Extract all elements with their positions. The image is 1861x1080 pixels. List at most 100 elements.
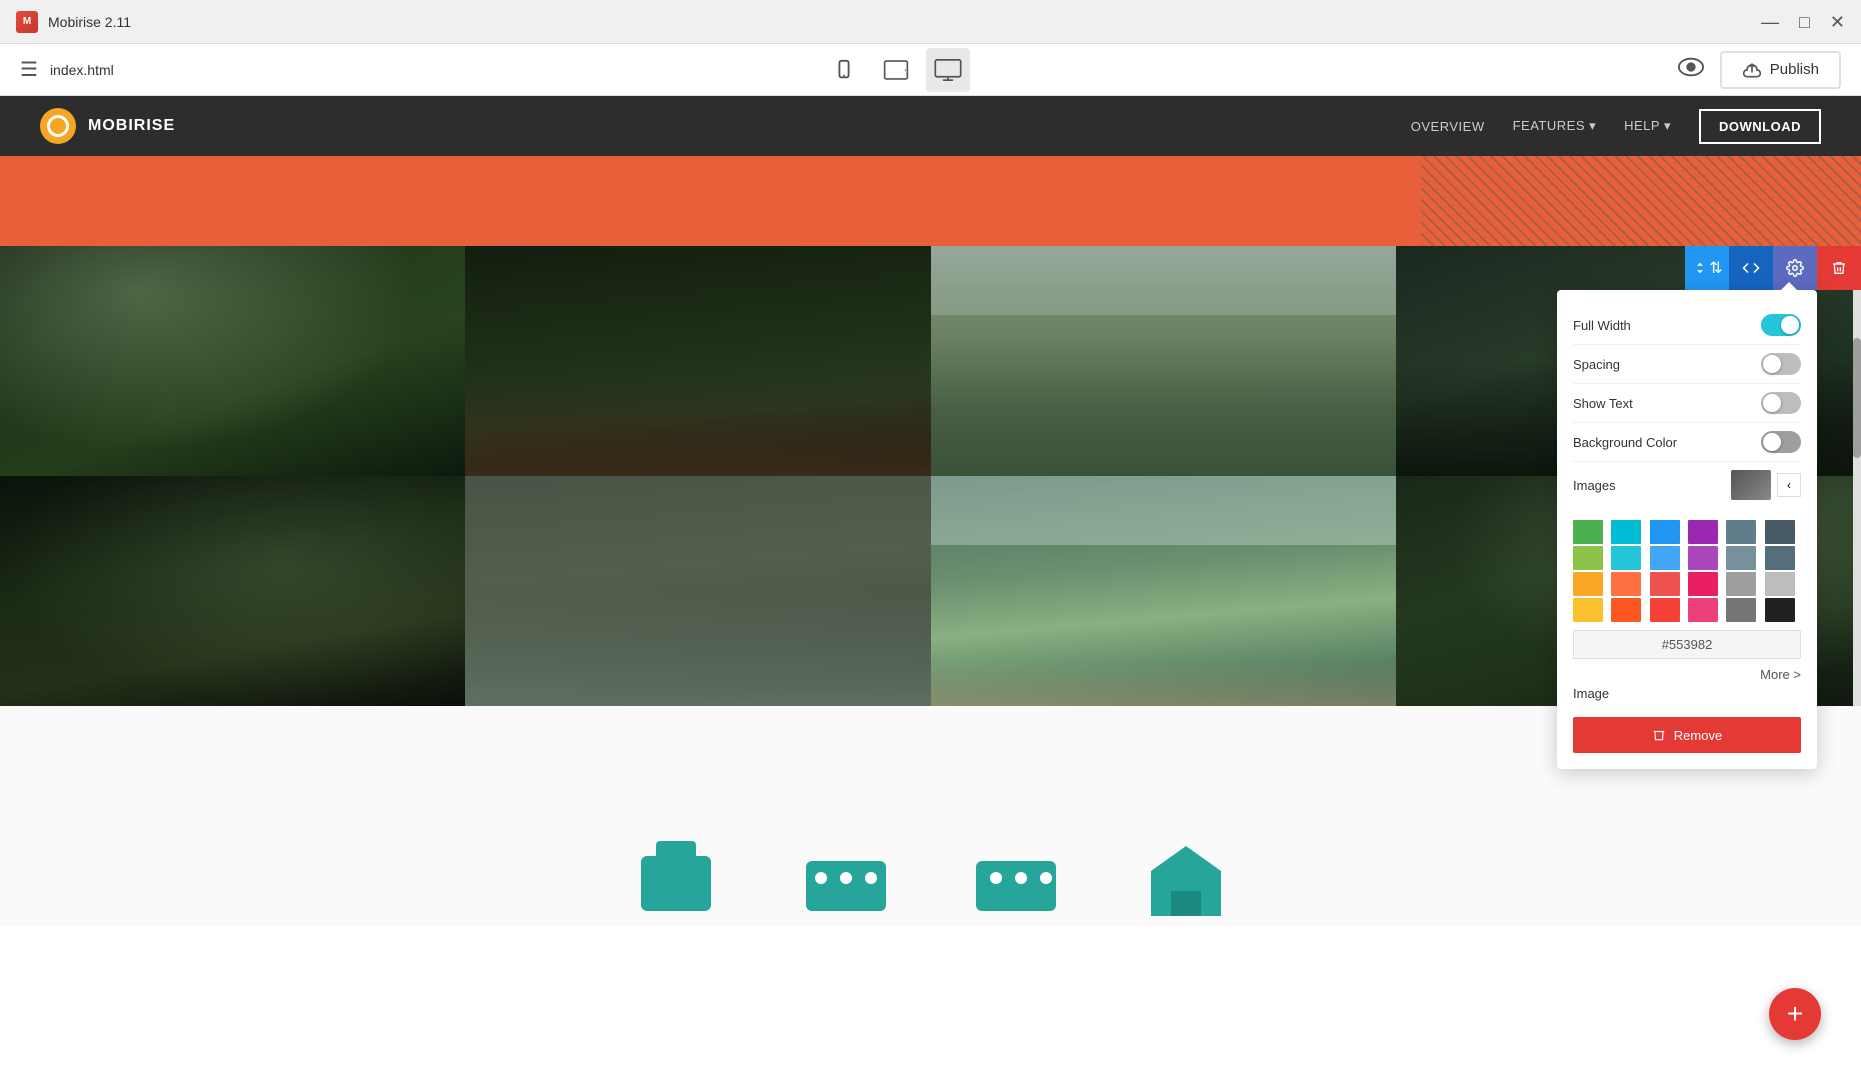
- fab-add-button[interactable]: +: [1769, 988, 1821, 1040]
- nav-link-help[interactable]: HELP ▾: [1624, 118, 1671, 134]
- hamburger-icon: ☰: [20, 59, 38, 81]
- color-swatch-grey4[interactable]: [1765, 598, 1795, 622]
- color-swatch-green[interactable]: [1573, 520, 1603, 544]
- trash-icon: [1652, 727, 1666, 743]
- scrollbar[interactable]: [1853, 246, 1861, 706]
- spacing-toggle[interactable]: [1761, 353, 1801, 375]
- nav-link-features[interactable]: FEATURES ▾: [1513, 118, 1597, 134]
- color-swatch-pink[interactable]: [1688, 572, 1718, 596]
- mobile-icon: [833, 59, 855, 81]
- image-prev-button[interactable]: ‹: [1777, 473, 1801, 497]
- icon-item-1: [631, 836, 721, 926]
- gallery-cell-5: [0, 476, 465, 706]
- color-swatch-lightblue[interactable]: [1650, 546, 1680, 570]
- icon-item-2: [801, 836, 891, 926]
- color-swatch-lightcyan[interactable]: [1611, 546, 1641, 570]
- color-swatch-red2[interactable]: [1650, 598, 1680, 622]
- gallery-cell-1: [0, 246, 465, 476]
- close-button[interactable]: ✕: [1830, 13, 1845, 31]
- color-swatch-bluegrey2[interactable]: [1765, 520, 1795, 544]
- color-swatch-lightgreen[interactable]: [1573, 546, 1603, 570]
- color-swatch-mediumpurple[interactable]: [1688, 546, 1718, 570]
- show-text-label: Show Text: [1573, 396, 1633, 411]
- gallery-section: ⇅: [0, 246, 1861, 706]
- section-code-button[interactable]: [1729, 246, 1773, 290]
- color-swatch-red[interactable]: [1650, 572, 1680, 596]
- title-bar-left: M Mobirise 2.11: [16, 11, 131, 33]
- window-controls: — □ ✕: [1761, 13, 1845, 31]
- background-color-label: Background Color: [1573, 435, 1677, 450]
- color-swatch-orange[interactable]: [1611, 598, 1641, 622]
- hero-section: [0, 156, 1861, 246]
- scrollbar-thumb: [1853, 338, 1861, 458]
- remove-button[interactable]: Remove: [1573, 717, 1801, 753]
- nav-link-overview[interactable]: OVERVIEW: [1411, 119, 1485, 134]
- color-swatch-deeporange[interactable]: [1611, 572, 1641, 596]
- color-swatch-grey2[interactable]: [1765, 572, 1795, 596]
- feature-icon-3: [971, 836, 1061, 926]
- eye-icon: [1678, 57, 1704, 77]
- settings-panel: Full Width Spacing Show Text Background …: [1557, 290, 1817, 769]
- desktop-view-button[interactable]: [926, 48, 970, 92]
- section-delete-button[interactable]: [1817, 246, 1861, 290]
- color-picker: #553982 More >: [1573, 520, 1801, 682]
- reorder-icon: [1691, 259, 1709, 277]
- image-thumbnail: [1731, 470, 1771, 500]
- full-width-toggle[interactable]: [1761, 314, 1801, 336]
- feature-icon-1: [631, 836, 721, 926]
- logo-letter: M: [23, 16, 31, 27]
- background-color-toggle[interactable]: [1761, 431, 1801, 453]
- color-swatch-grid: [1573, 520, 1801, 622]
- gallery-cell-2: [465, 246, 930, 476]
- color-swatch-grey1[interactable]: [1726, 572, 1756, 596]
- color-swatch-bluegrey1[interactable]: [1726, 520, 1756, 544]
- publish-button[interactable]: Publish: [1720, 51, 1841, 89]
- full-width-knob: [1781, 316, 1799, 334]
- app-title: Mobirise 2.11: [48, 14, 131, 30]
- settings-icon: [1786, 259, 1804, 277]
- section-reorder-button[interactable]: ⇅: [1685, 246, 1729, 290]
- menu-button[interactable]: ☰: [20, 57, 38, 82]
- desktop-icon: [934, 59, 962, 81]
- image-label-row: Image: [1573, 682, 1801, 705]
- color-swatch-amber[interactable]: [1573, 572, 1603, 596]
- more-colors-link[interactable]: More >: [1573, 667, 1801, 682]
- preview-button[interactable]: [1678, 57, 1704, 83]
- icons-row: [631, 836, 1231, 926]
- show-text-row: Show Text: [1573, 384, 1801, 423]
- color-hex-value: #553982: [1573, 630, 1801, 659]
- feature-icon-2: [801, 836, 891, 926]
- site-brand: MOBIRISE: [40, 108, 175, 144]
- spacing-knob: [1763, 355, 1781, 373]
- nav-download-button[interactable]: DOWNLOAD: [1699, 109, 1821, 144]
- feature-icon-4: [1141, 836, 1231, 926]
- color-swatch-purple[interactable]: [1688, 520, 1718, 544]
- color-swatch-cyan[interactable]: [1611, 520, 1641, 544]
- minimize-button[interactable]: —: [1761, 13, 1779, 31]
- show-text-toggle[interactable]: [1761, 392, 1801, 414]
- mobile-view-button[interactable]: [822, 48, 866, 92]
- device-selector: [822, 48, 970, 92]
- icon-item-3: [971, 836, 1061, 926]
- cloud-upload-icon: [1742, 61, 1762, 79]
- color-swatch-pink2[interactable]: [1688, 598, 1718, 622]
- publish-label: Publish: [1770, 61, 1819, 78]
- color-swatch-grey3[interactable]: [1726, 598, 1756, 622]
- tablet-view-button[interactable]: [874, 48, 918, 92]
- hero-pattern: [1421, 156, 1861, 246]
- maximize-button[interactable]: □: [1799, 13, 1810, 31]
- gallery-cell-6: [465, 476, 930, 706]
- hero-inner: [0, 156, 1861, 246]
- color-swatch-bluegrey3[interactable]: [1726, 546, 1756, 570]
- color-swatch-blue[interactable]: [1650, 520, 1680, 544]
- full-width-label: Full Width: [1573, 318, 1631, 333]
- color-swatch-bluegrey4[interactable]: [1765, 546, 1795, 570]
- show-text-knob: [1763, 394, 1781, 412]
- color-swatch-yellow[interactable]: [1573, 598, 1603, 622]
- remove-label: Remove: [1674, 728, 1722, 743]
- icon-item-4: [1141, 836, 1231, 926]
- main-toolbar: ☰ index.html: [0, 44, 1861, 96]
- site-logo-inner: [47, 115, 69, 137]
- section-toolbar: ⇅: [1685, 246, 1861, 290]
- spacing-row: Spacing: [1573, 345, 1801, 384]
